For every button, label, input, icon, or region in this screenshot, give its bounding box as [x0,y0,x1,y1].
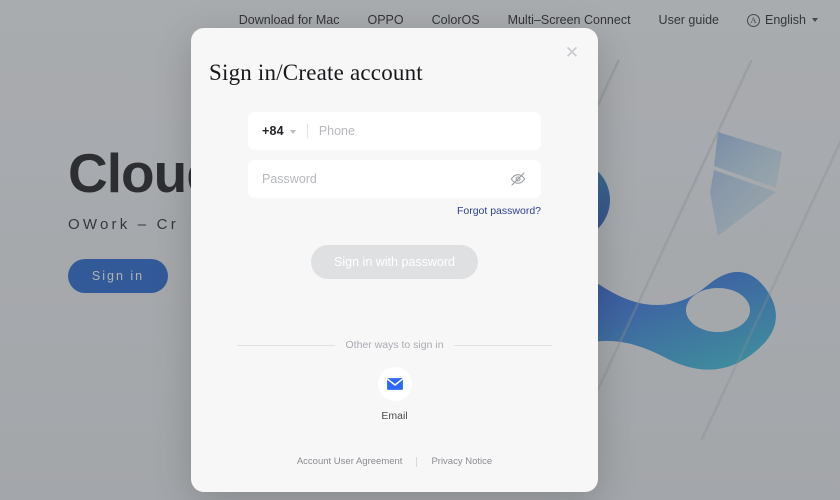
screen: Download for Mac OPPO ColorOS Multi–Scre… [0,0,840,500]
phone-field-row: +84 [248,112,541,150]
password-field-row [248,160,541,198]
sign-in-with-password-button[interactable]: Sign in with password [311,245,478,279]
page-title: Sign in/Create account [209,60,423,85]
privacy-notice-link[interactable]: Privacy Notice [431,456,492,467]
field-divider [306,124,308,138]
country-code-value[interactable]: +84 [262,124,284,138]
email-option-label: Email [381,410,408,422]
phone-input[interactable] [318,124,527,138]
sign-in-modal: ✕ Sign in/Create account +84 Phone Forgo… [191,28,598,492]
password-input[interactable] [262,172,509,186]
email-sign-in-button[interactable] [377,367,412,401]
other-ways-divider: Other ways to sign in [237,339,553,351]
footer-separator [416,456,418,467]
chevron-down-icon[interactable] [289,130,296,134]
other-ways-label: Other ways to sign in [345,339,444,351]
account-user-agreement-link[interactable]: Account User Agreement [297,456,403,467]
sign-in-form: +84 Forgot password? Sign in with [248,112,541,279]
forgot-password-row: Forgot password? [248,205,541,217]
divider-line-right [453,344,553,346]
forgot-password-link[interactable]: Forgot password? [457,205,541,217]
close-icon[interactable]: ✕ [562,42,582,62]
social-sign-in-options: Email [191,367,598,422]
eye-off-icon[interactable] [509,170,527,188]
modal-footer: Account User Agreement Privacy Notice [191,456,598,467]
email-icon [386,378,403,390]
divider-line-left [237,344,336,346]
